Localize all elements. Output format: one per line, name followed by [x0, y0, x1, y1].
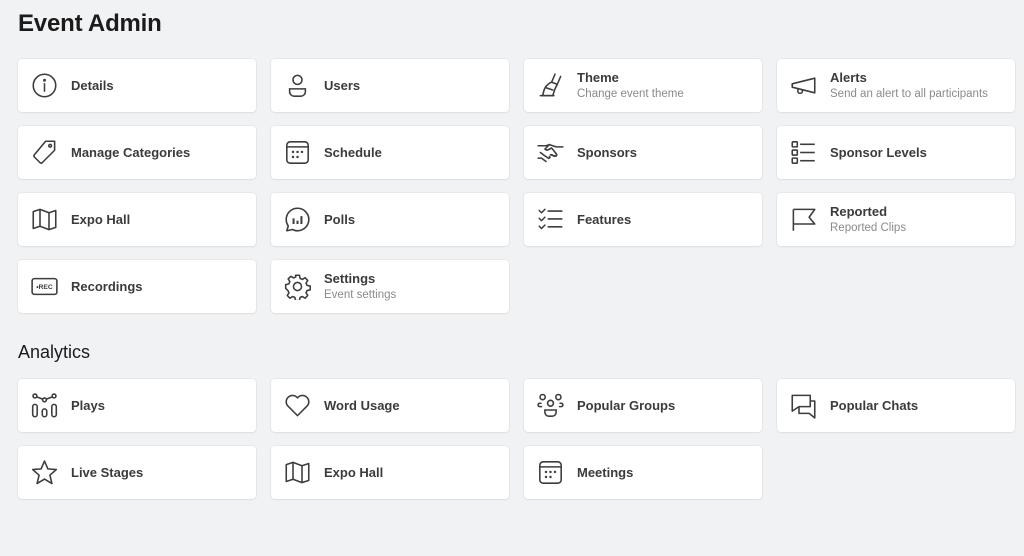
analytics-grid: Plays Word Usage Popular Groups Popular …	[18, 379, 1015, 499]
admin-card-recordings[interactable]: •REC Recordings	[18, 260, 256, 313]
flag-icon	[790, 206, 817, 233]
card-label: Popular Groups	[577, 397, 676, 413]
card-label: Reported	[830, 203, 888, 219]
star-icon	[31, 459, 58, 486]
admin-card-alerts[interactable]: Alerts Send an alert to all participants	[777, 59, 1015, 112]
card-label: Schedule	[324, 144, 382, 160]
analytics-card-meetings[interactable]: Meetings	[524, 446, 762, 499]
card-label: Sponsor Levels	[830, 144, 927, 160]
poll-chat-icon	[284, 206, 311, 233]
card-label: Theme	[577, 69, 619, 85]
admin-card-polls[interactable]: Polls	[271, 193, 509, 246]
map-icon	[284, 459, 311, 486]
card-label: Users	[324, 77, 361, 93]
tag-icon	[31, 139, 58, 166]
analytics-card-plays[interactable]: Plays	[18, 379, 256, 432]
card-subtitle: Event settings	[324, 288, 397, 301]
map-icon	[31, 206, 58, 233]
admin-card-features[interactable]: Features	[524, 193, 762, 246]
calendar-icon	[537, 459, 564, 486]
admin-card-sponsor-levels[interactable]: Sponsor Levels	[777, 126, 1015, 179]
analytics-section-title: Analytics	[18, 342, 91, 362]
card-label: Features	[577, 211, 632, 227]
admin-card-reported[interactable]: Reported Reported Clips	[777, 193, 1015, 246]
card-label: Settings	[324, 270, 376, 286]
card-label: Expo Hall	[324, 464, 384, 480]
analytics-card-live-stages[interactable]: Live Stages	[18, 446, 256, 499]
megaphone-icon	[790, 72, 817, 99]
paintbrush-icon	[537, 72, 564, 99]
card-label: Meetings	[577, 464, 634, 480]
handshake-icon	[537, 139, 564, 166]
analytics-card-word-usage[interactable]: Word Usage	[271, 379, 509, 432]
card-subtitle: Change event theme	[577, 87, 684, 100]
chart-icon	[31, 392, 58, 419]
card-label: Recordings	[71, 278, 143, 294]
checklist-icon	[537, 206, 564, 233]
admin-card-manage-categories[interactable]: Manage Categories	[18, 126, 256, 179]
card-label: Expo Hall	[71, 211, 131, 227]
card-label: Polls	[324, 211, 356, 227]
chat-icon	[790, 392, 817, 419]
admin-card-sponsors[interactable]: Sponsors	[524, 126, 762, 179]
rec-icon-text: •REC	[36, 284, 53, 291]
rec-icon: •REC	[31, 273, 58, 300]
card-label: Live Stages	[71, 464, 144, 480]
card-label: Alerts	[830, 69, 867, 85]
heart-icon	[284, 392, 311, 419]
card-label: Plays	[71, 397, 105, 413]
card-label: Word Usage	[324, 397, 400, 413]
admin-card-theme[interactable]: Theme Change event theme	[524, 59, 762, 112]
group-icon	[537, 392, 564, 419]
gear-icon	[284, 273, 311, 300]
admin-card-expo-hall[interactable]: Expo Hall	[18, 193, 256, 246]
analytics-card-expo-hall[interactable]: Expo Hall	[271, 446, 509, 499]
calendar-icon	[284, 139, 311, 166]
admin-card-schedule[interactable]: Schedule	[271, 126, 509, 179]
event-admin-grid: Details Users Theme Change event theme A…	[18, 59, 1015, 313]
page-title: Event Admin	[18, 10, 162, 37]
card-subtitle: Send an alert to all participants	[830, 87, 988, 100]
analytics-card-popular-chats[interactable]: Popular Chats	[777, 379, 1015, 432]
analytics-card-popular-groups[interactable]: Popular Groups	[524, 379, 762, 432]
admin-card-settings[interactable]: Settings Event settings	[271, 260, 509, 313]
user-icon	[284, 72, 311, 99]
admin-card-users[interactable]: Users	[271, 59, 509, 112]
card-label: Sponsors	[577, 144, 637, 160]
card-label: Popular Chats	[830, 397, 919, 413]
card-label: Details	[71, 77, 114, 93]
list-icon	[790, 139, 817, 166]
info-icon	[31, 72, 58, 99]
card-label: Manage Categories	[71, 144, 191, 160]
card-subtitle: Reported Clips	[830, 221, 907, 234]
admin-card-details[interactable]: Details	[18, 59, 256, 112]
